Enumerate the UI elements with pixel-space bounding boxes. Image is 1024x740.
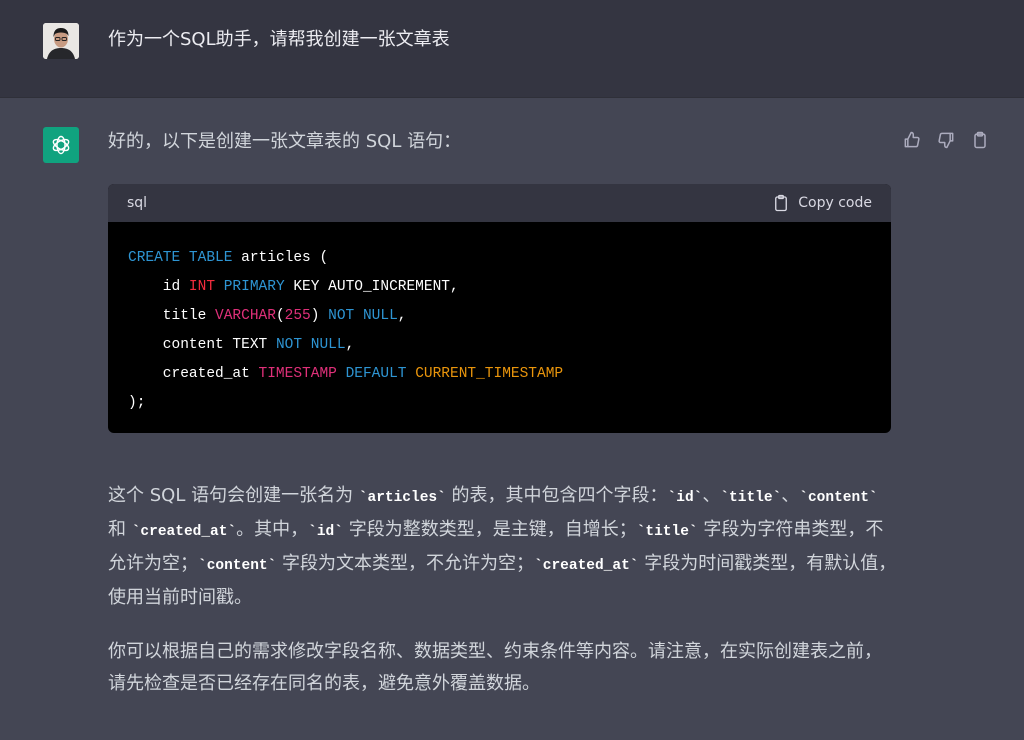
code-keyword: CREATE <box>128 250 181 266</box>
code-text: KEY AUTO_INCREMENT, <box>284 279 459 295</box>
openai-logo-icon <box>43 127 79 163</box>
paragraph-text: 、 <box>702 485 721 506</box>
thumbs-up-icon[interactable] <box>902 130 922 150</box>
code-keyword: VARCHAR <box>215 308 276 324</box>
code-keyword: 255 <box>284 308 311 324</box>
code-keyword: DEFAULT <box>345 366 407 382</box>
user-message-text: 作为一个SQL助手，请帮我创建一张文章表 <box>108 29 450 50</box>
code-text: ) <box>310 308 329 324</box>
code-text: title <box>128 308 216 324</box>
thumbs-down-icon[interactable] <box>936 130 956 150</box>
code-block-header: sql Copy code <box>108 184 891 222</box>
clipboard-icon <box>775 194 788 212</box>
code-keyword: PRIMARY <box>223 279 285 295</box>
code-text: created_at <box>128 366 259 382</box>
code-text: , <box>397 308 407 324</box>
paragraph-text: 字段为整数类型，是主键，自增长； <box>342 519 637 540</box>
user-message-row: 作为一个SQL助手，请帮我创建一张文章表 <box>0 0 1024 98</box>
paragraph-text: 和 <box>108 519 132 540</box>
inline-code: `created_at` <box>131 524 237 540</box>
code-text: id <box>128 279 189 295</box>
code-keyword: INT <box>188 279 216 295</box>
code-content: CREATE TABLE articles ( id INT PRIMARY K… <box>108 222 891 418</box>
inline-code: `title` <box>720 490 782 506</box>
explanation-paragraph: 这个 SQL 语句会创建一张名为 `articles` 的表，其中包含四个字段：… <box>108 480 898 614</box>
inline-code: `id` <box>308 524 343 540</box>
code-line: ); <box>128 389 871 418</box>
code-keyword: NOT <box>275 337 303 353</box>
paragraph-text: 字段为文本类型，不允许为空； <box>276 553 535 574</box>
clipboard-icon[interactable] <box>970 130 990 150</box>
code-text: , <box>345 337 355 353</box>
code-keyword: NULL <box>362 308 398 324</box>
inline-code: `created_at` <box>534 558 639 574</box>
paragraph-text: 、 <box>781 485 800 506</box>
code-keyword: TABLE <box>188 250 233 266</box>
inline-code: `id` <box>667 490 703 506</box>
code-text: ( <box>275 308 285 324</box>
code-text: articles ( <box>232 250 329 266</box>
user-avatar <box>43 23 79 59</box>
code-keyword: NOT <box>328 308 355 324</box>
code-line: created_at TIMESTAMP DEFAULT CURRENT_TIM… <box>128 360 871 389</box>
inline-code: `articles` <box>358 490 446 506</box>
code-text: ); <box>128 395 146 411</box>
copy-code-label: Copy code <box>798 195 872 211</box>
message-actions <box>902 130 990 150</box>
copy-code-button[interactable]: Copy code <box>772 194 872 212</box>
code-language-label: sql <box>127 195 148 211</box>
code-line: title VARCHAR(255) NOT NULL, <box>128 302 871 331</box>
paragraph-text: 的表，其中包含四个字段： <box>445 485 668 506</box>
code-keyword: NULL <box>310 337 346 353</box>
code-keyword: TIMESTAMP <box>258 366 337 382</box>
assistant-intro-text: 好的，以下是创建一张文章表的 SQL 语句： <box>108 131 462 152</box>
code-line: id INT PRIMARY KEY AUTO_INCREMENT, <box>128 273 871 302</box>
note-paragraph: 你可以根据自己的需求修改字段名称、数据类型、约束条件等内容。请注意，在实际创建表… <box>108 641 882 694</box>
assistant-message-row: 好的，以下是创建一张文章表的 SQL 语句： sql Copy code CRE… <box>0 98 1024 740</box>
paragraph-text: 。其中， <box>236 519 309 540</box>
code-keyword: CURRENT_TIMESTAMP <box>415 366 564 382</box>
inline-code: `title` <box>636 524 698 540</box>
code-text: content TEXT <box>128 337 276 353</box>
inline-code: `content` <box>799 490 878 506</box>
inline-code: `content` <box>198 558 277 574</box>
code-block: sql Copy code CREATE TABLE articles ( id… <box>108 184 891 433</box>
code-line: content TEXT NOT NULL, <box>128 331 871 360</box>
code-line: CREATE TABLE articles ( <box>128 244 871 273</box>
paragraph-text: 这个 SQL 语句会创建一张名为 <box>108 485 359 506</box>
